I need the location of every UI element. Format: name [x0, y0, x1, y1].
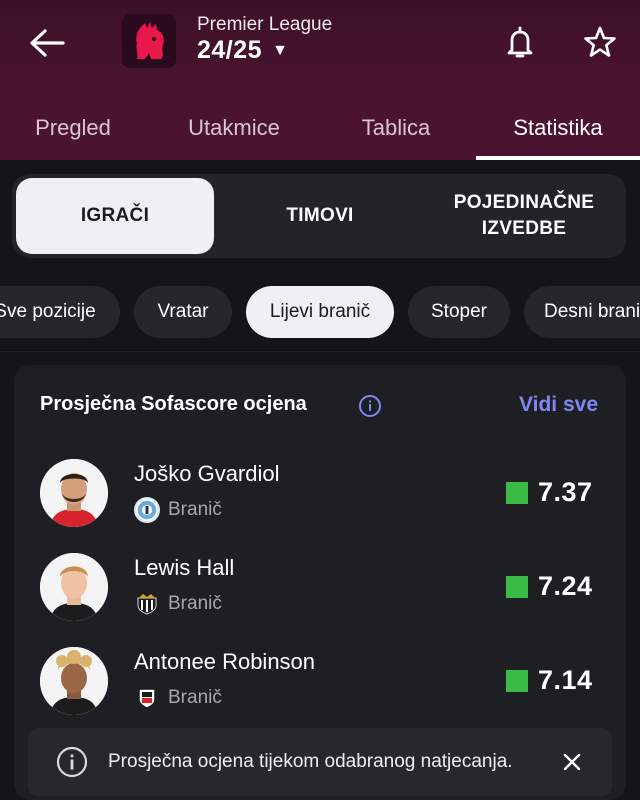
see-all-link[interactable]: Vidi sve [519, 393, 598, 417]
chip-center-back[interactable]: Stoper [408, 286, 510, 338]
player-avatar [40, 553, 108, 621]
rating-indicator [504, 479, 530, 506]
chip-left-back[interactable]: Lijevi branič [246, 286, 394, 338]
arrow-left-icon [30, 29, 65, 57]
toast-message: Prosječna ocjena tijekom odabranog natje… [108, 751, 513, 772]
manchester-city-crest-icon [134, 497, 160, 523]
toast-close-button[interactable] [556, 746, 588, 778]
player-rating: 7.37 [504, 477, 593, 508]
chip-right-back[interactable]: Desni branič [524, 286, 640, 338]
caret-down-icon: ▼ [272, 41, 288, 59]
rating-indicator [504, 573, 530, 600]
player-row[interactable]: Lewis Hall Branič 7.24 [14, 553, 626, 637]
player-rating: 7.14 [504, 665, 593, 696]
league-name: Premier League [197, 14, 333, 35]
info-toast: Prosječna ocjena tijekom odabranog natje… [28, 728, 612, 796]
rating-value: 7.24 [538, 571, 593, 601]
player-name: Antonee Robinson [134, 649, 316, 674]
card-title: Prosječna Sofascore ocjena [40, 393, 307, 415]
player-position: Branič [168, 687, 222, 708]
tab-statistika[interactable]: Statistika [476, 96, 640, 160]
player-avatar [40, 459, 108, 527]
fulham-crest-icon [134, 685, 160, 711]
bell-icon [507, 26, 533, 58]
player-name: Lewis Hall [134, 555, 235, 580]
chip-all-positions[interactable]: Sve pozicije [0, 286, 120, 338]
player-position: Branič [168, 593, 222, 614]
info-icon [56, 746, 88, 778]
tab-tablica[interactable]: Tablica [322, 96, 470, 160]
league-logo[interactable] [122, 14, 176, 68]
tab-pregled[interactable]: Pregled [0, 96, 146, 160]
player-row[interactable]: Joško Gvardiol Branič 7.37 [14, 459, 626, 543]
player-position: Branič [168, 499, 222, 520]
premier-league-lion-logo [136, 22, 164, 59]
close-icon [563, 753, 581, 771]
back-button[interactable] [26, 22, 68, 64]
player-row[interactable]: Antonee Robinson Branič 7.14 [14, 647, 626, 731]
rating-value: 7.37 [538, 477, 593, 507]
newcastle-crest-icon [134, 591, 160, 617]
star-icon [584, 26, 616, 57]
player-rating: 7.24 [504, 571, 593, 602]
active-tab-indicator [476, 156, 640, 160]
section-divider [0, 351, 640, 352]
season-selector[interactable]: 24/25 ▼ [197, 36, 288, 65]
position-filter-bar: Sve pozicije Vratar Lijevi branič Stoper… [0, 286, 640, 338]
player-name: Joško Gvardiol [134, 461, 280, 486]
main-tabs: Pregled Utakmice Tablica Statistika [0, 96, 640, 160]
info-icon[interactable] [358, 394, 382, 418]
chip-goalkeeper[interactable]: Vratar [134, 286, 232, 338]
app-header: Premier League 24/25 ▼ Pregled Utakmice … [0, 0, 640, 160]
stats-type-segment: IGRAČI TIMOVI POJEDINAČNE IZVEDBE [12, 174, 626, 258]
player-avatar [40, 647, 108, 715]
segment-teams[interactable]: TIMOVI [222, 178, 418, 254]
segment-individual-performances[interactable]: POJEDINAČNE IZVEDBE [430, 178, 618, 254]
segment-players[interactable]: IGRAČI [16, 178, 214, 254]
tab-utakmice[interactable]: Utakmice [146, 96, 322, 160]
notifications-button[interactable] [500, 22, 540, 62]
favorite-button[interactable] [580, 22, 620, 62]
rating-value: 7.14 [538, 665, 593, 695]
rating-indicator [504, 667, 530, 694]
season-label: 24/25 [197, 36, 263, 64]
